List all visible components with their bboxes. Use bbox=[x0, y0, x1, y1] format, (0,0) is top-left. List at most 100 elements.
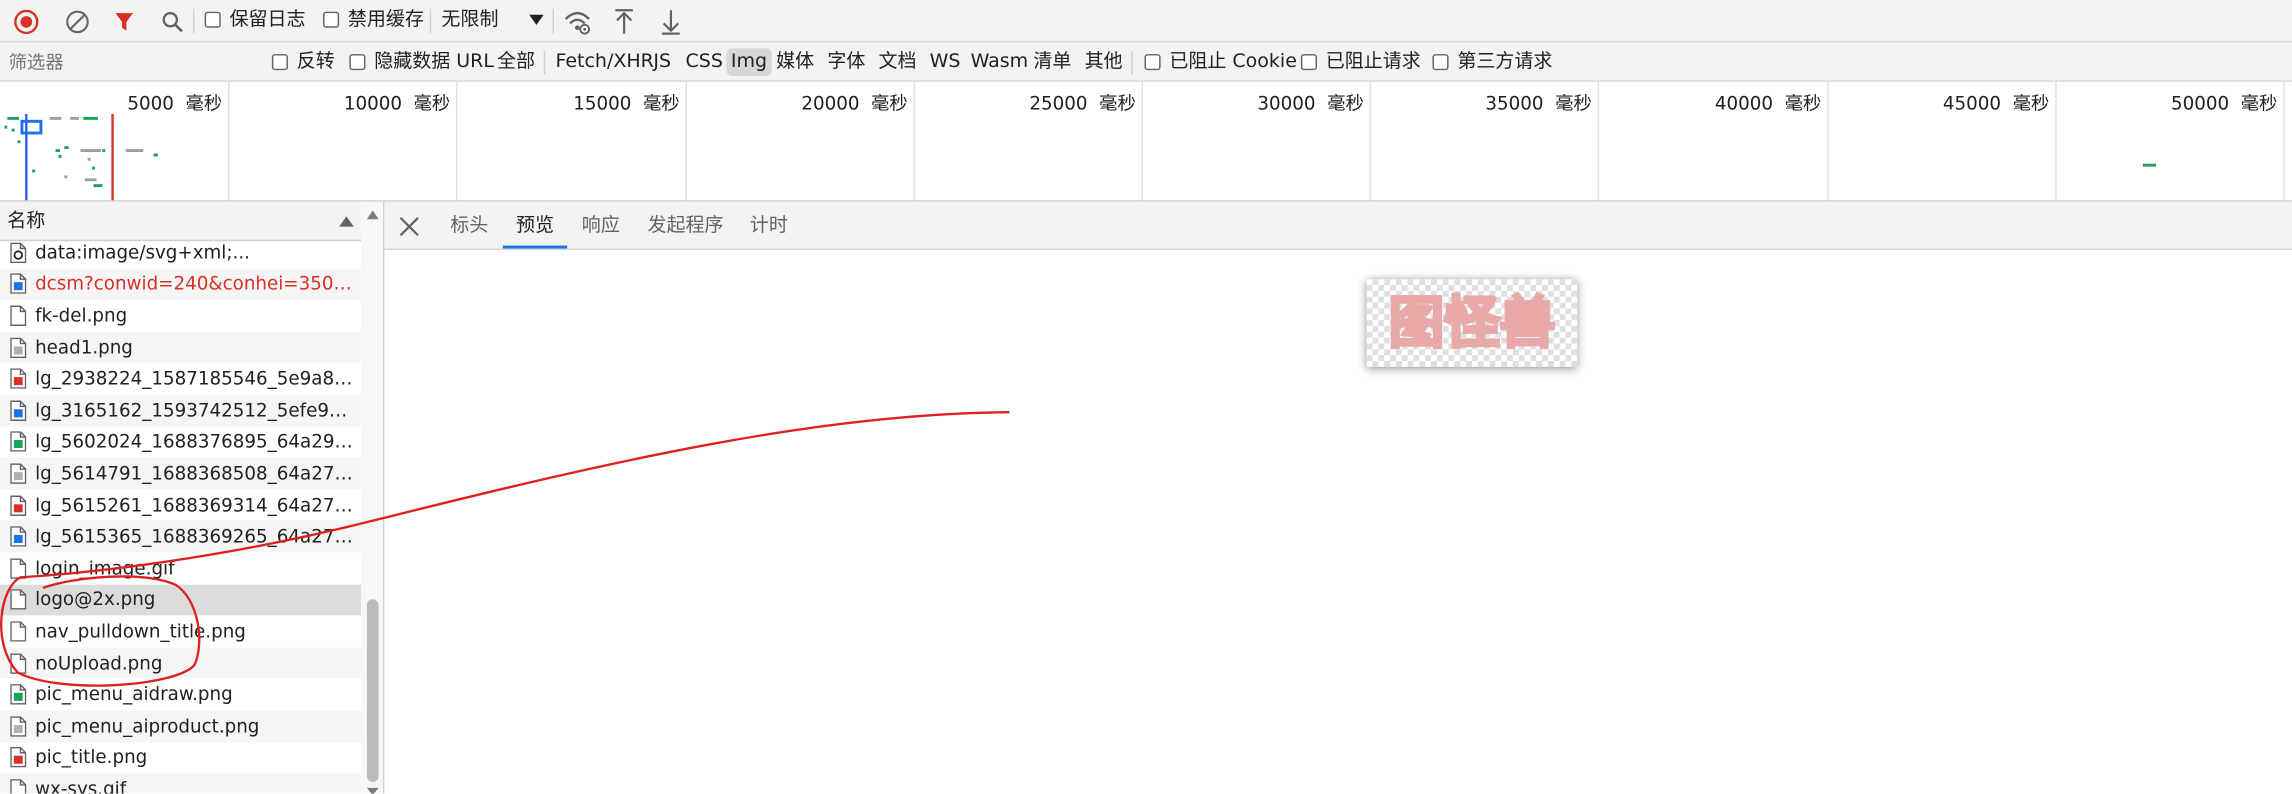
tab-response[interactable]: 响应 bbox=[582, 202, 620, 249]
overview-timeline[interactable]: 5000 毫秒 10000 毫秒 15000 毫秒 20000 毫秒 25000 毫秒 30000 毫… bbox=[0, 81, 2292, 202]
clear-icon[interactable] bbox=[60, 4, 94, 38]
request-row[interactable]: lg_5602024_1688376895_64a2963f97a... bbox=[0, 426, 361, 458]
timeline-gridline bbox=[2283, 81, 2285, 201]
filter-type-all[interactable]: 全部 bbox=[493, 48, 540, 76]
scroll-up-arrow-icon[interactable] bbox=[366, 210, 379, 220]
request-row[interactable]: dcsm?conwid=240&conhei=350&rdid... bbox=[0, 268, 362, 300]
request-name: pic_title.png bbox=[35, 746, 148, 768]
import-har-icon[interactable] bbox=[608, 4, 640, 38]
timeline-tick-value: 45000 bbox=[1942, 92, 2002, 115]
blocked-requests-checkbox[interactable] bbox=[1300, 54, 1317, 71]
preserve-log-checkbox[interactable] bbox=[204, 11, 221, 28]
hide-data-urls-label[interactable]: 隐藏数据 URL bbox=[374, 51, 494, 74]
network-conditions-icon[interactable] bbox=[560, 4, 595, 38]
overview-late-request-mark bbox=[2142, 163, 2157, 167]
filter-type-img[interactable]: Img bbox=[726, 48, 772, 77]
timeline-tick-label: 35000 毫秒 bbox=[1451, 88, 1591, 116]
image-file-icon bbox=[10, 715, 27, 737]
blocked-cookies-label[interactable]: 已阻止 Cookie bbox=[1169, 51, 1297, 74]
tab-initiator[interactable]: 发起程序 bbox=[648, 202, 724, 249]
third-party-checkbox[interactable] bbox=[1432, 54, 1449, 71]
image-file-icon bbox=[10, 526, 27, 547]
preview-logo-text: 图怪兽 bbox=[1389, 291, 1556, 356]
request-row[interactable]: data:image/svg+xml;... bbox=[0, 237, 361, 269]
image-file-icon bbox=[10, 337, 27, 358]
request-row[interactable]: lg_2938224_1587185546_5e9a878ab3... bbox=[0, 363, 361, 395]
request-row[interactable]: login_image.gif bbox=[0, 553, 361, 585]
request-row[interactable]: head1.png bbox=[0, 331, 362, 364]
request-name: pic_menu_aiproduct.png bbox=[35, 714, 260, 737]
filter-type-css[interactable]: CSS bbox=[681, 48, 727, 76]
hide-data-urls-checkbox[interactable] bbox=[349, 54, 366, 71]
file-icon bbox=[10, 589, 27, 611]
request-row[interactable]: pic_menu_aiproduct.png bbox=[0, 710, 362, 742]
filter-input[interactable] bbox=[2, 48, 264, 77]
filter-type-wasm[interactable]: Wasm bbox=[966, 48, 1032, 76]
request-row[interactable]: pic_menu_aidraw.png bbox=[0, 679, 361, 711]
name-column-header[interactable]: 名称 bbox=[0, 201, 362, 242]
dropdown-arrow-icon[interactable] bbox=[525, 9, 548, 32]
scroll-down-arrow-icon[interactable] bbox=[366, 787, 379, 794]
timeline-tick-unit: 毫秒 bbox=[1099, 92, 1136, 115]
blocked-cookies-checkbox[interactable] bbox=[1144, 54, 1161, 71]
request-name: lg_3165162_1593742512_5efe94b07b5... bbox=[35, 398, 357, 421]
search-icon[interactable] bbox=[155, 4, 189, 38]
file-icon bbox=[10, 558, 27, 579]
record-icon[interactable] bbox=[9, 4, 43, 38]
request-name: dcsm?conwid=240&conhei=350&rdid... bbox=[35, 272, 357, 295]
filter-type-font[interactable]: 字体 bbox=[823, 48, 870, 76]
timeline-tick-label: 15000 毫秒 bbox=[539, 88, 679, 116]
timeline-gridline bbox=[1369, 81, 1372, 201]
filter-type-doc[interactable]: 文档 bbox=[874, 48, 921, 76]
filter-type-other[interactable]: 其他 bbox=[1080, 48, 1127, 76]
filter-type-fetch-xhr[interactable]: Fetch/XHR bbox=[551, 48, 658, 76]
close-detail-icon[interactable] bbox=[399, 215, 422, 238]
filter-type-media[interactable]: 媒体 bbox=[772, 48, 819, 76]
sort-ascending-icon[interactable] bbox=[339, 216, 354, 227]
request-list-scrollbar[interactable] bbox=[361, 201, 383, 794]
timeline-tick-label: 10000 毫秒 bbox=[310, 88, 450, 116]
timeline-tick-unit: 毫秒 bbox=[2240, 92, 2278, 115]
request-row[interactable]: lg_5615261_1688369314_64a278a2c32... bbox=[0, 489, 361, 521]
request-row[interactable]: lg_3165162_1593742512_5efe94b07b5... bbox=[0, 394, 362, 427]
invert-label[interactable]: 反转 bbox=[297, 51, 335, 74]
timeline-tick-value: 35000 bbox=[1485, 92, 1544, 115]
filter-type-manifest[interactable]: 清单 bbox=[1029, 48, 1076, 76]
filter-icon[interactable] bbox=[107, 4, 141, 38]
filter-type-ws[interactable]: WS bbox=[925, 48, 965, 76]
request-name: lg_5615365_1688369265_64a2787150f... bbox=[35, 525, 357, 547]
disable-cache-checkbox[interactable] bbox=[323, 11, 340, 28]
image-file-icon bbox=[10, 400, 27, 421]
request-name: login_image.gif bbox=[35, 556, 175, 579]
request-list: 名称 data:image/svg+xml;... dcsm?conwid=240… bbox=[0, 201, 385, 794]
request-row[interactable]: noUpload.png bbox=[0, 647, 362, 679]
scrollbar-thumb[interactable] bbox=[366, 599, 379, 783]
tab-headers[interactable]: 标头 bbox=[450, 202, 488, 249]
request-row[interactable]: nav_pulldown_title.png bbox=[0, 616, 361, 648]
request-row[interactable]: lg_5614791_1688368508_64a2757c13f... bbox=[0, 457, 362, 490]
filter-bar: 反转 隐藏数据 URL 全部 Fetch/XHR JS CSS Img 媒体 字… bbox=[0, 42, 2292, 82]
blocked-requests-label[interactable]: 已阻止请求 bbox=[1326, 51, 1421, 74]
request-row[interactable]: lg_5615365_1688369265_64a2787150f... bbox=[0, 520, 362, 553]
tab-timing[interactable]: 计时 bbox=[750, 202, 788, 249]
request-name: nav_pulldown_title.png bbox=[35, 619, 246, 642]
filter-type-js[interactable]: JS bbox=[649, 48, 675, 76]
timeline-gridline bbox=[1141, 81, 1144, 201]
request-row[interactable]: pic_title.png bbox=[0, 742, 361, 774]
request-row[interactable]: logo@2x.png bbox=[0, 584, 362, 616]
request-row[interactable]: fk-del.png bbox=[0, 300, 361, 332]
image-file-icon bbox=[10, 273, 27, 295]
file-icon bbox=[10, 305, 27, 326]
preserve-log-label[interactable]: 保留日志 bbox=[229, 9, 305, 32]
invert-checkbox[interactable] bbox=[271, 54, 288, 71]
timeline-tick-value: 40000 bbox=[1714, 92, 1774, 115]
throttle-select[interactable]: 无限制 bbox=[441, 9, 498, 32]
timeline-tick-unit: 毫秒 bbox=[1555, 92, 1592, 115]
tab-preview[interactable]: 预览 bbox=[502, 202, 568, 249]
export-har-icon[interactable] bbox=[655, 4, 687, 38]
third-party-label[interactable]: 第三方请求 bbox=[1457, 51, 1552, 74]
request-row[interactable]: wx-sys.gif bbox=[0, 773, 362, 794]
request-name: data:image/svg+xml;... bbox=[35, 240, 250, 263]
image-file-icon bbox=[10, 463, 27, 484]
disable-cache-label[interactable]: 禁用缓存 bbox=[348, 9, 424, 32]
